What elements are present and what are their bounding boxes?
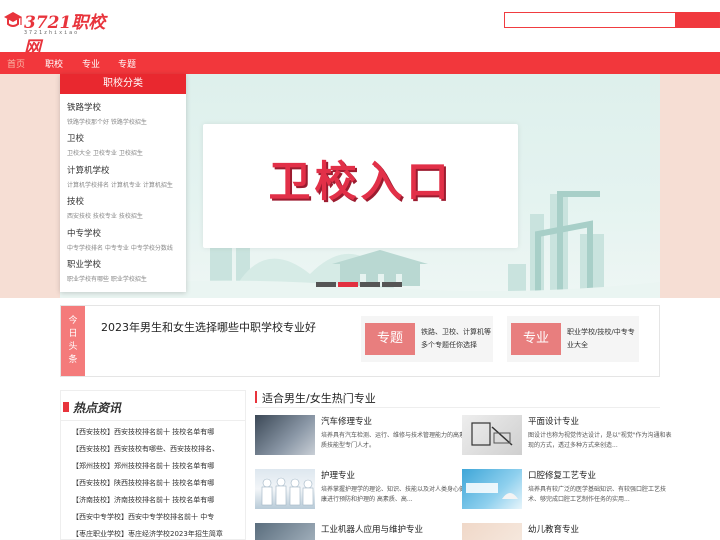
category-item-title[interactable]: 计算机学校 — [67, 164, 182, 176]
category-item-title[interactable]: 职业学校 — [67, 258, 182, 270]
headline-link[interactable]: 2023年男生和女生选择哪些中职学校专业好 — [101, 319, 316, 335]
nav-item-topics[interactable]: 专题 — [118, 57, 136, 70]
hot-news-panel: 热点资讯 【西安技校】西安技校排名前十 技校名单有哪 【西安技校】西安技校有哪些… — [60, 390, 246, 540]
slider-dot-active[interactable] — [338, 282, 358, 287]
category-item-sub[interactable]: 铁路学校那个好 铁路学校招生 — [67, 117, 182, 126]
site-header: 3721职校网 3721zhixiao — [0, 0, 720, 58]
school-category-menu: 职校分类 铁路学校 铁路学校那个好 铁路学校招生 卫校 卫校大全 卫校专业 卫校… — [60, 74, 186, 292]
slider-dot[interactable] — [382, 282, 402, 287]
major-name[interactable]: 口腔修复工艺专业 — [528, 469, 596, 481]
nav-item-majors[interactable]: 专业 — [82, 57, 100, 70]
news-item[interactable]: 【西安技校】西安技校有哪些、西安技校排名、 — [72, 444, 244, 454]
major-desc: 培养具有汽车检测、运行、维修与技术管理能力的高素质技能型专门人才。 — [321, 432, 466, 449]
headline-tag-char: 今 — [68, 316, 78, 326]
major-thumbnail[interactable] — [255, 469, 315, 509]
category-item-sub[interactable]: 西安技校 技校专业 技校招生 — [67, 211, 182, 220]
major-name[interactable]: 幼儿教育专业 — [528, 523, 579, 535]
dental-lab-illustration — [466, 483, 518, 499]
major-name[interactable]: 护理专业 — [321, 469, 355, 481]
today-headline: 今 日 头 条 2023年男生和女生选择哪些中职学校专业好 专题 铁路、卫校、计… — [60, 305, 660, 377]
headline-tag-char: 头 — [68, 342, 78, 352]
topic-desc: 职业学校/技校/中专专业大全 — [567, 328, 635, 349]
category-item-title[interactable]: 技校 — [67, 195, 182, 207]
category-item-sub[interactable]: 计算机学校排名 计算机专业 计算机招生 — [67, 180, 182, 189]
category-item-health[interactable]: 卫校 卫校大全 卫校专业 卫校招生 — [67, 132, 182, 157]
section-marker — [63, 402, 69, 412]
nav-item-home[interactable]: 首页 — [7, 57, 25, 70]
major-desc: 培养掌握护理学的理论、知识、技能以及对人类身心健康进行预防和护理的 高素质、高.… — [321, 486, 466, 503]
news-item[interactable]: 【西安技校】陕西技校排名前十 技校名单有哪 — [72, 478, 244, 488]
majors-section-title: 适合男生/女生热门专业 — [262, 392, 376, 405]
category-item-secondary[interactable]: 中专学校 中专学校排名 中专专业 中专学校分数线 — [67, 227, 182, 252]
site-logo[interactable]: 3721职校网 3721zhixiao — [2, 6, 112, 58]
main-nav: 首页 职校 专业 专题 — [0, 52, 720, 74]
nav-item-schools[interactable]: 职校 — [45, 57, 63, 70]
news-item[interactable]: 【枣庄职业学校】枣庄经济学校2023年招生简章 — [72, 529, 244, 539]
major-thumbnail[interactable] — [462, 469, 522, 509]
topic-label: 专业 — [511, 323, 561, 355]
major-desc: 图设计也称为视觉传达设计，是以"视觉"作为沟通和表现的方式，透过多种方式来创造.… — [528, 432, 672, 449]
headline-tag-char: 日 — [68, 329, 78, 339]
logo-subtext: 3721zhixiao — [24, 30, 80, 36]
nurses-illustration — [261, 477, 314, 506]
headline-tag: 今 日 头 条 — [61, 306, 85, 376]
category-item-sub[interactable]: 中专学校排名 中专专业 中专学校分数线 — [67, 243, 182, 252]
major-desc: 培养具有较广泛的医学基础知识、有较强口腔工艺技术、够完成口腔工艺制作任务的实用.… — [528, 486, 667, 503]
major-name[interactable]: 工业机器人应用与维护专业 — [321, 523, 423, 535]
topic-desc: 铁路、卫校、计算机等多个专题任你选择 — [421, 328, 491, 349]
slider-dot[interactable] — [360, 282, 380, 287]
topic-card-majors[interactable]: 专业 职业学校/技校/中专专业大全 — [507, 316, 639, 362]
search-button[interactable] — [675, 12, 719, 28]
graduation-cap-icon — [4, 12, 22, 27]
major-name[interactable]: 汽车修理专业 — [321, 415, 372, 427]
search-input[interactable] — [505, 13, 675, 27]
news-item[interactable]: 【济南技校】济南技校排名前十 技校名单有哪 — [72, 495, 244, 505]
topic-label: 专题 — [365, 323, 415, 355]
major-thumbnail[interactable] — [255, 415, 315, 455]
banner-card: 卫校入口 — [203, 124, 518, 248]
major-thumbnail[interactable] — [462, 523, 522, 540]
search-box — [504, 12, 720, 28]
category-item-title[interactable]: 铁路学校 — [67, 101, 182, 113]
section-marker — [255, 391, 257, 403]
major-thumbnail[interactable] — [255, 523, 315, 540]
slider-dot[interactable] — [316, 282, 336, 287]
news-item[interactable]: 【郑州技校】郑州技校排名前十 技校名单有哪 — [72, 461, 244, 471]
major-name[interactable]: 平面设计专业 — [528, 415, 579, 427]
category-item-title[interactable]: 卫校 — [67, 132, 182, 144]
headline-tag-char: 条 — [68, 355, 78, 365]
category-item-sub[interactable]: 卫校大全 卫校专业 卫校招生 — [67, 148, 182, 157]
category-item-vocational[interactable]: 职业学校 职业学校有哪些 职业学校招生 — [67, 258, 182, 283]
divider — [61, 420, 245, 421]
design-sketch-illustration — [471, 422, 513, 446]
category-menu-title: 职校分类 — [60, 74, 186, 94]
category-item-sub[interactable]: 职业学校有哪些 职业学校招生 — [67, 274, 182, 283]
major-thumbnail[interactable] — [462, 415, 522, 455]
topic-card-special[interactable]: 专题 铁路、卫校、计算机等多个专题任你选择 — [361, 316, 493, 362]
category-item-title[interactable]: 中专学校 — [67, 227, 182, 239]
news-item[interactable]: 【西安中专学校】西安中专学校排名前十 中专 — [72, 512, 244, 522]
news-item[interactable]: 【西安技校】西安技校排名前十 技校名单有哪 — [72, 427, 244, 437]
category-item-computer[interactable]: 计算机学校 计算机学校排名 计算机专业 计算机招生 — [67, 164, 182, 189]
category-item-railway[interactable]: 铁路学校 铁路学校那个好 铁路学校招生 — [67, 101, 182, 126]
category-item-technical[interactable]: 技校 西安技校 技校专业 技校招生 — [67, 195, 182, 220]
divider — [255, 407, 660, 408]
banner-title: 卫校入口 — [268, 157, 453, 206]
hot-news-title: 热点资讯 — [73, 401, 122, 415]
